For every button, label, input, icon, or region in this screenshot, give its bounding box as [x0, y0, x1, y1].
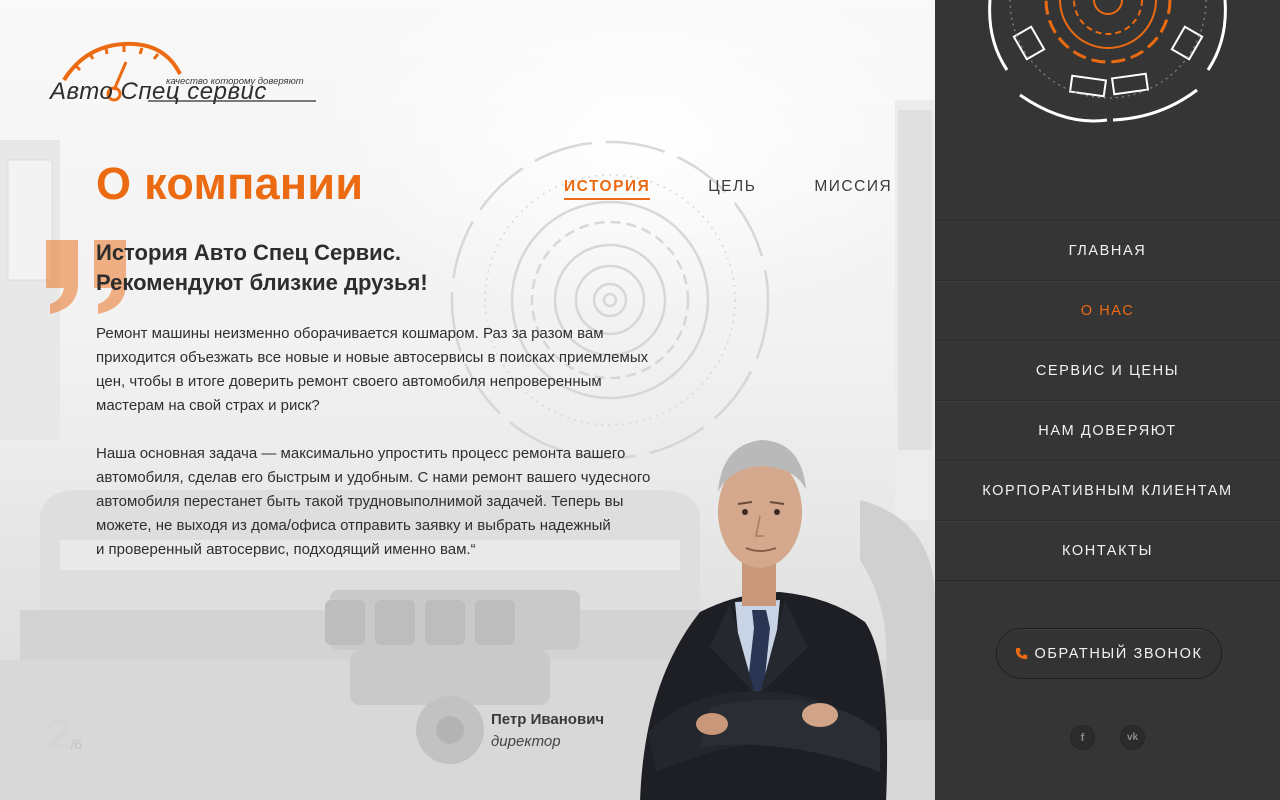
nav-item-services[interactable]: Сервис и цены [935, 341, 1280, 401]
sidebar: Главная О нас Сервис и цены Нам доверяют… [935, 0, 1280, 800]
main-nav: Главная О нас Сервис и цены Нам доверяют… [935, 220, 1280, 581]
callback-button[interactable]: Обратный звонок [996, 628, 1222, 679]
page-title: О компании [96, 158, 364, 209]
director-signature: Петр Иванович директор [491, 711, 604, 750]
vk-link[interactable]: vk [1120, 725, 1145, 750]
logo[interactable]: Авто Спец сервис качество которому довер… [48, 40, 323, 112]
pager-total: 6 [74, 736, 83, 752]
article-paragraph-1: Ремонт машины неизменно оборачивается ко… [96, 325, 649, 414]
callback-label: Обратный звонок [1034, 645, 1203, 662]
article-heading: История Авто Спец Сервис. Рекомендуют бл… [96, 238, 428, 298]
article-paragraph-2: Наша основная задача — максимально упрос… [96, 445, 651, 558]
director-photo [640, 440, 888, 800]
article-heading-line1: История Авто Спец Сервис. [96, 240, 402, 265]
pager-current: 2 [46, 710, 71, 759]
facebook-icon: f [1080, 731, 1085, 744]
director-role: директор [491, 733, 561, 750]
slide-pager: 2/6 [46, 710, 82, 760]
tab-mission[interactable]: Миссия [814, 178, 892, 200]
main-content: Авто Спец сервис качество которому довер… [0, 0, 935, 800]
phone-icon [1016, 647, 1028, 660]
nav-item-home[interactable]: Главная [935, 221, 1280, 281]
logo-slogan: качество которому доверяют [166, 76, 304, 87]
content-tabs: История Цель Миссия [564, 178, 892, 200]
director-name: Петр Иванович [491, 711, 605, 728]
facebook-link[interactable]: f [1070, 725, 1095, 750]
tab-history[interactable]: История [564, 178, 651, 200]
article-body: Ремонт машины неизменно оборачивается ко… [96, 322, 696, 562]
nav-item-about[interactable]: О нас [935, 281, 1280, 341]
wheel-decoration-icon [988, 0, 1227, 123]
nav-item-corporate[interactable]: Корпоративным клиентам [935, 461, 1280, 521]
article-heading-line2: Рекомендуют близкие друзья! [96, 270, 428, 295]
tab-goal[interactable]: Цель [708, 178, 756, 200]
nav-item-contacts[interactable]: Контакты [935, 521, 1280, 581]
vk-icon: vk [1126, 732, 1139, 743]
nav-item-trust[interactable]: Нам доверяют [935, 401, 1280, 461]
